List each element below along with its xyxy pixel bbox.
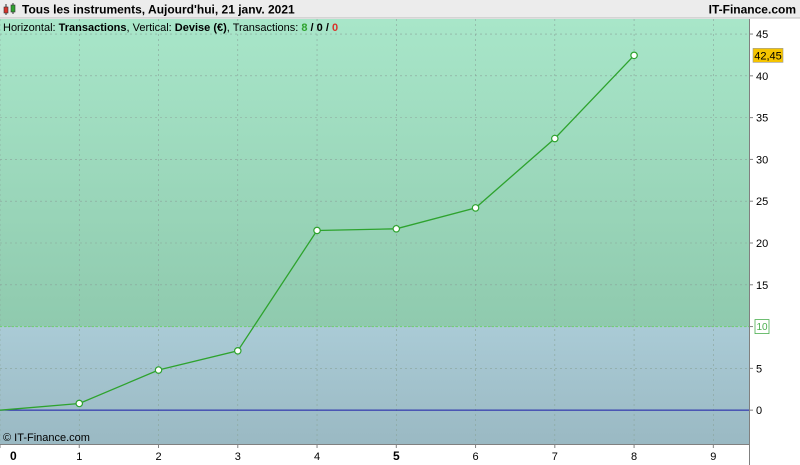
data-point [630, 51, 638, 60]
y-tick-label: 0 [756, 405, 762, 417]
transactions-label: , Transactions: [227, 22, 302, 34]
x-tick-label: 0 [10, 449, 17, 463]
zone-above-threshold [0, 19, 749, 327]
data-point [313, 226, 321, 235]
threshold-value-label: 10 [756, 322, 768, 333]
horizontal-label: Horizontal: [3, 22, 59, 34]
y-tick-label: 20 [756, 238, 768, 250]
data-point [392, 224, 401, 233]
data-point [471, 204, 480, 212]
data-point [154, 366, 163, 374]
x-tick-label: 4 [314, 451, 320, 463]
chart: Tous les instruments, Aujourd'hui, 21 ja… [0, 0, 800, 465]
watermark: © IT-Finance.com [3, 432, 90, 444]
x-tick-label: 9 [710, 451, 716, 463]
y-tick-label: 45 [756, 29, 768, 41]
y-tick-label: 25 [756, 196, 768, 208]
y-tick-label: 30 [756, 154, 768, 166]
x-tick-label: 5 [393, 449, 400, 463]
vertical-label: , Vertical: [127, 22, 175, 34]
x-tick-label: 2 [155, 451, 161, 463]
horizontal-value: Transactions [59, 22, 127, 34]
y-tick-label: 35 [756, 113, 768, 125]
last-value-label: 42,45 [754, 50, 782, 62]
vertical-value: Devise (€) [175, 22, 227, 34]
separator: / [323, 22, 332, 34]
x-tick-label: 6 [472, 451, 478, 463]
y-tick-label: 15 [756, 280, 768, 292]
x-tick-label: 1 [76, 451, 82, 463]
x-tick-label: 8 [631, 451, 637, 463]
y-tick-label: 40 [756, 71, 768, 83]
zone-below-threshold [0, 326, 749, 444]
separator: / [308, 22, 317, 34]
x-tick-label: 7 [552, 451, 558, 463]
data-point [75, 399, 84, 408]
y-tick-label: 5 [756, 363, 762, 375]
page-title: Tous les instruments, Aujourd'hui, 21 ja… [22, 3, 295, 17]
data-point [551, 134, 559, 143]
x-axis-ticks: 0 1 2 3 4 5 6 7 8 9 [0, 444, 716, 463]
brand-label: IT-Finance.com [709, 3, 796, 17]
data-point [233, 347, 242, 355]
chart-subtitle: Horizontal: Transactions, Vertical: Devi… [3, 22, 338, 34]
x-tick-label: 3 [235, 451, 241, 463]
count-red: 0 [332, 22, 338, 34]
y-axis-ticks: 0 5 10 15 20 25 30 35 40 45 [749, 29, 768, 417]
